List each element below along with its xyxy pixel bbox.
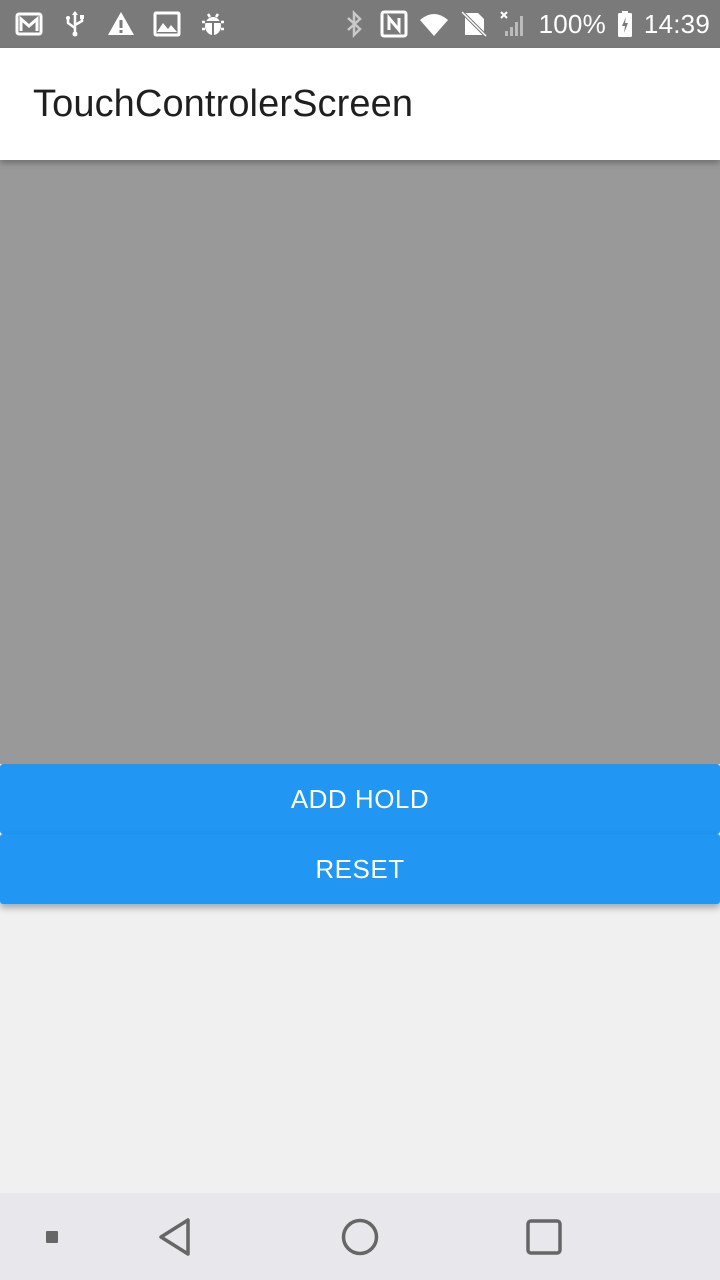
android-debug-icon — [198, 9, 228, 39]
no-sim-icon — [459, 9, 489, 39]
bluetooth-icon — [339, 9, 369, 39]
navigation-bar — [0, 1193, 720, 1280]
status-right-icons: 100% 14:39 — [339, 9, 710, 39]
signal-icon — [499, 9, 529, 39]
wifi-icon — [419, 9, 449, 39]
page-title: TouchControlerScreen — [33, 82, 414, 125]
image-icon — [152, 9, 182, 39]
clock: 14:39 — [643, 9, 710, 39]
gmail-icon — [14, 9, 44, 39]
menu-dot-icon[interactable] — [32, 1193, 72, 1280]
touch-controller-area[interactable] — [0, 160, 720, 764]
nfc-icon — [379, 9, 409, 39]
reset-button[interactable]: RESET — [0, 834, 720, 904]
app-bar: TouchControlerScreen — [0, 48, 720, 160]
battery-charging-icon — [616, 9, 634, 39]
warning-icon — [106, 9, 136, 39]
battery-percent: 100% — [538, 9, 606, 39]
usb-icon — [60, 9, 90, 39]
recents-icon[interactable] — [514, 1193, 574, 1280]
home-icon[interactable] — [330, 1193, 390, 1280]
status-bar: 100% 14:39 — [0, 0, 720, 48]
status-left-icons — [14, 9, 228, 39]
add-hold-button[interactable]: ADD HOLD — [0, 764, 720, 834]
back-icon[interactable] — [145, 1193, 205, 1280]
